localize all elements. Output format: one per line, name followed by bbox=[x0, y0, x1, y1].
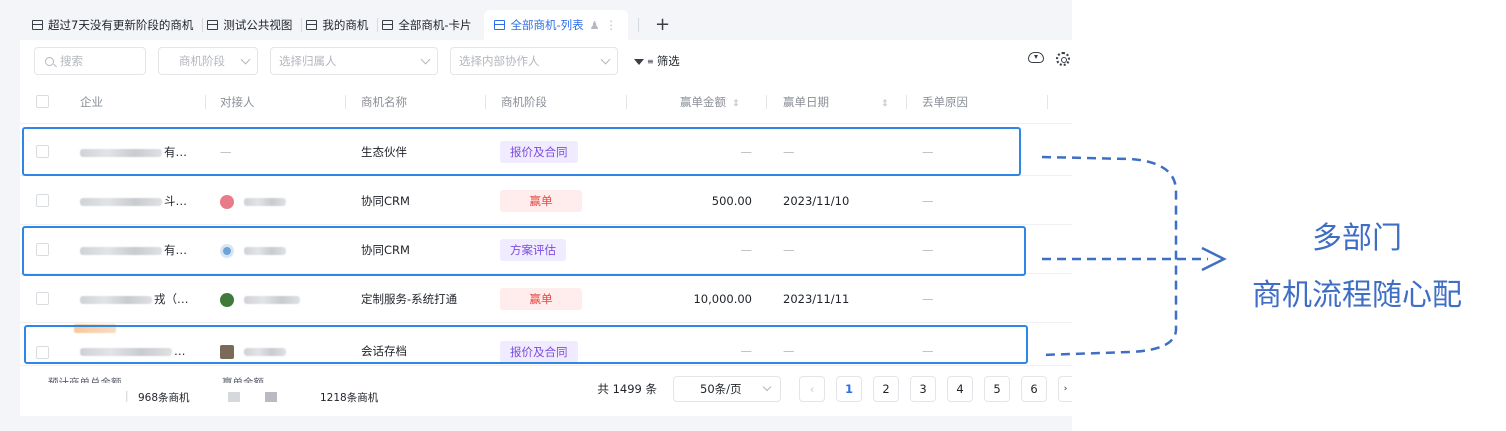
annotation-line-2: 商机流程随心配 bbox=[1252, 278, 1462, 313]
annotation-line-1: 多部门 bbox=[1312, 221, 1402, 256]
arrow-head-icon bbox=[1201, 246, 1227, 272]
connector-bracket bbox=[1041, 155, 1178, 357]
